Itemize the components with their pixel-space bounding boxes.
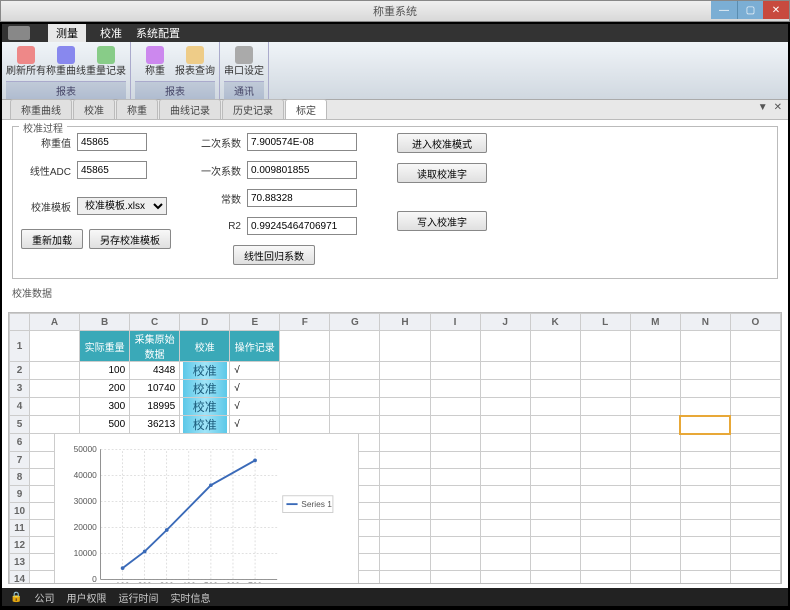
status-company[interactable]: 公司 <box>34 590 54 605</box>
svg-text:600: 600 <box>226 581 240 584</box>
weigh-button[interactable]: 称重 <box>135 44 175 81</box>
tab-curve-record[interactable]: 曲线记录 <box>159 99 221 119</box>
status-runtime[interactable]: 运行时间 <box>118 590 158 605</box>
menu-bar: 测量 校准 系统配置 <box>2 24 788 42</box>
status-bar: 🔒 公司 用户权限 运行时间 实时信息 <box>2 588 788 606</box>
enter-calibration-mode-button[interactable]: 进入校准模式 <box>397 133 487 153</box>
refresh-all-button[interactable]: 刷新所有 <box>6 44 46 81</box>
document-icon <box>97 46 115 64</box>
line-chart: 0 10000 20000 30000 40000 50000 100 200 300 400 50… <box>61 440 352 584</box>
calibration-process-fieldset: 校准过程 称重值 线性ADC 校准模板校准模板.xlsx 重新加载另存校准模板 … <box>12 126 778 279</box>
refresh-icon <box>17 46 35 64</box>
lock-icon: 🔒 <box>10 592 22 603</box>
svg-text:Series 1: Series 1 <box>301 499 332 509</box>
tab-weigh[interactable]: 称重 <box>116 99 158 119</box>
r2-label: R2 <box>191 221 241 232</box>
app-icon <box>8 26 30 40</box>
report-query-button[interactable]: 报表查询 <box>175 44 215 81</box>
window-controls: — ▢ ✕ <box>711 1 789 19</box>
app-title: 称重系统 <box>373 3 417 19</box>
weight-label: 称重值 <box>21 135 71 150</box>
ribbon-group-report-2: 报表 <box>135 81 215 99</box>
coef1-label: 一次系数 <box>191 163 241 178</box>
ribbon: 刷新所有 称重曲线 重量记录 报表 称重 报表查询 报表 串口设定 通讯 <box>2 42 788 100</box>
calibration-data-label-wrap: 校准数据 <box>12 285 778 300</box>
tab-history[interactable]: 历史记录 <box>222 99 284 119</box>
weight-record-button[interactable]: 重量记录 <box>86 44 126 81</box>
adc-label: 线性ADC <box>21 163 71 178</box>
svg-text:700: 700 <box>248 581 262 584</box>
weight-input[interactable] <box>77 133 147 151</box>
svg-text:10000: 10000 <box>74 548 98 558</box>
main-window: 测量 校准 系统配置 刷新所有 称重曲线 重量记录 报表 称重 报表查询 报表 … <box>0 22 790 608</box>
ribbon-group-report-1: 报表 <box>6 81 126 99</box>
maximize-button[interactable]: ▢ <box>737 1 763 19</box>
adc-input[interactable] <box>77 161 147 179</box>
menu-measure[interactable]: 测量 <box>48 24 86 42</box>
ribbon-group-comm: 通讯 <box>224 81 264 99</box>
svg-text:400: 400 <box>182 581 196 584</box>
read-calibration-button[interactable]: 读取校准字 <box>397 163 487 183</box>
svg-text:300: 300 <box>160 581 174 584</box>
spreadsheet[interactable]: ABCDEFGHIJKLMNO1实际重量采集原始数据校准操作记录21004348… <box>8 312 782 584</box>
coef2-input[interactable] <box>247 133 357 151</box>
save-as-template-button[interactable]: 另存校准模板 <box>89 229 171 249</box>
template-select[interactable]: 校准模板.xlsx <box>77 197 167 215</box>
calendar-icon <box>186 46 204 64</box>
r2-input[interactable] <box>247 217 357 235</box>
calibration-data-legend: 校准数据 <box>12 289 52 300</box>
close-button[interactable]: ✕ <box>763 1 789 19</box>
svg-text:30000: 30000 <box>74 496 98 506</box>
menu-calibrate[interactable]: 校准 <box>100 25 122 41</box>
gauge-icon <box>57 46 75 64</box>
weigh-curve-button[interactable]: 称重曲线 <box>46 44 86 81</box>
calibration-chart: 0 10000 20000 30000 40000 50000 100 200 300 400 50… <box>54 433 359 584</box>
svg-text:20000: 20000 <box>74 522 98 532</box>
svg-text:100: 100 <box>116 581 130 584</box>
tab-close-icon[interactable]: ✕ <box>774 102 782 113</box>
scale-icon <box>146 46 164 64</box>
tab-weigh-curve[interactable]: 称重曲线 <box>10 99 72 119</box>
coef2-label: 二次系数 <box>191 135 241 150</box>
status-realtime[interactable]: 实时信息 <box>170 590 210 605</box>
fieldset-legend-process: 校准过程 <box>19 120 67 135</box>
tab-calibration-set[interactable]: 标定 <box>285 99 327 119</box>
status-permissions[interactable]: 用户权限 <box>66 590 106 605</box>
const-label: 常数 <box>191 191 241 206</box>
tab-dropdown-icon[interactable]: ▼ <box>758 102 768 113</box>
svg-text:500: 500 <box>204 581 218 584</box>
form-panel: 校准过程 称重值 线性ADC 校准模板校准模板.xlsx 重新加载另存校准模板 … <box>2 120 788 312</box>
svg-text:50000: 50000 <box>74 444 98 454</box>
minimize-button[interactable]: — <box>711 1 737 19</box>
tab-calibrate[interactable]: 校准 <box>73 99 115 119</box>
gear-icon <box>235 46 253 64</box>
write-calibration-button[interactable]: 写入校准字 <box>397 211 487 231</box>
tab-bar: 称重曲线 校准 称重 曲线记录 历史记录 标定 ▼ ✕ <box>2 100 788 120</box>
coef1-input[interactable] <box>247 161 357 179</box>
svg-text:200: 200 <box>138 581 152 584</box>
svg-text:0: 0 <box>92 574 97 584</box>
const-input[interactable] <box>247 189 357 207</box>
reload-button[interactable]: 重新加载 <box>21 229 83 249</box>
svg-text:40000: 40000 <box>74 470 98 480</box>
title-bar: 称重系统 — ▢ ✕ <box>0 0 790 22</box>
template-label: 校准模板 <box>21 199 71 214</box>
menu-system-config[interactable]: 系统配置 <box>136 25 180 41</box>
serial-settings-button[interactable]: 串口设定 <box>224 44 264 81</box>
linear-regression-button[interactable]: 线性回归系数 <box>233 245 315 265</box>
